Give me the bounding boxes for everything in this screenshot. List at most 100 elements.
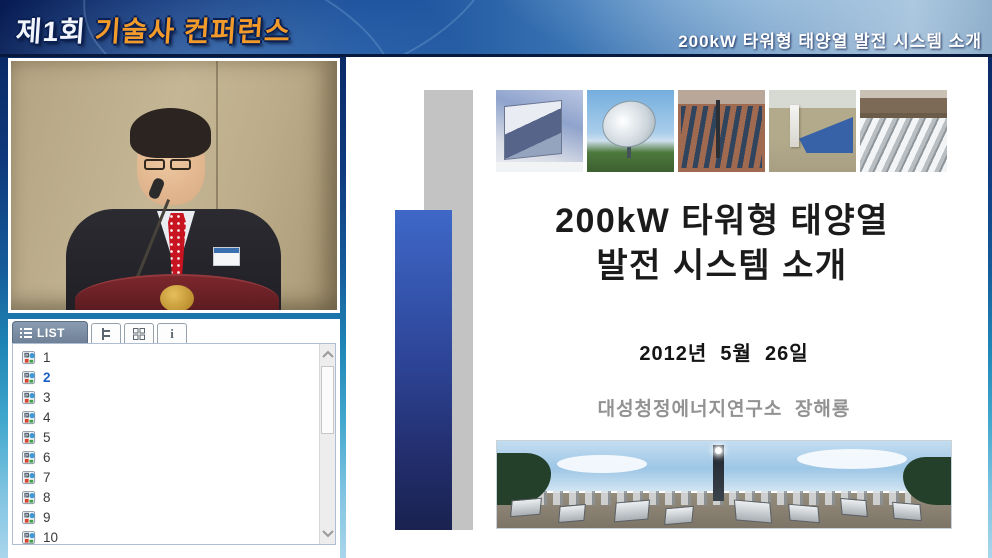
panel-field (799, 117, 853, 153)
svg-text:P: P (25, 532, 28, 537)
solar-furnace-building (504, 100, 562, 160)
parabolic-dish (597, 94, 662, 153)
heliostat-panel (558, 504, 586, 523)
heliostat-panel (614, 500, 650, 523)
svg-text:P: P (25, 432, 28, 437)
event-name-text: 기술사 컨퍼런스 (94, 16, 292, 47)
solar-tower-plant-photo (769, 90, 856, 172)
presentation-slide-icon: P (22, 510, 37, 525)
heliostat-panel (734, 499, 772, 523)
heliostat-panel (510, 498, 542, 518)
slide-photo-strip (496, 90, 947, 172)
mirror-rows (860, 118, 947, 172)
presenter-glasses (144, 159, 191, 170)
panorama-solar-tower (713, 445, 724, 501)
list-item-label: 7 (43, 470, 51, 485)
presentation-slide-icon: P (22, 430, 37, 445)
header-banner: 제1회 기술사 컨퍼런스 200kW 타워형 태양열 발전 시스템 소개 (0, 0, 992, 57)
svg-text:P: P (25, 372, 28, 377)
slide-title-line2: 발전 시스템 소개 (456, 244, 988, 289)
list-item[interactable]: P 6 (13, 447, 318, 467)
slide-viewer: 200kW 타워형 태양열 발전 시스템 소개 2012년 5월 26일 대성청… (346, 57, 988, 558)
presentation-slide-icon: P (22, 470, 37, 485)
cloud (797, 449, 907, 469)
list-item[interactable]: P 8 (13, 487, 318, 507)
slide-decoration-blue-bar (395, 210, 452, 530)
svg-text:P: P (25, 412, 28, 417)
page: 제1회 기술사 컨퍼런스 200kW 타워형 태양열 발전 시스템 소개 (0, 0, 992, 558)
svg-text:P: P (25, 352, 28, 357)
presenter-hair (130, 108, 211, 158)
list-scrollbar[interactable] (319, 344, 335, 544)
list-item-label: 3 (43, 390, 51, 405)
tab-list[interactable]: LIST (12, 321, 88, 343)
tab-outline[interactable] (91, 323, 121, 343)
heliostat-panel (788, 504, 820, 524)
glasses-lens (170, 159, 191, 170)
list-item-label: 9 (43, 510, 51, 525)
list-item[interactable]: P 2 (13, 367, 318, 387)
heliostat-panel (664, 506, 694, 525)
presentation-slide-icon: P (22, 370, 37, 385)
svg-text:P: P (25, 452, 28, 457)
list-item[interactable]: P 10 (13, 527, 318, 547)
list-item-label: 4 (43, 410, 51, 425)
presentation-slide-icon: P (22, 410, 37, 425)
presentation-slide-icon: P (22, 530, 37, 545)
slide-byline: 대성청정에너지연구소 장해룡 (496, 394, 952, 421)
chevron-down-icon[interactable] (322, 530, 334, 538)
heliostat-rows (681, 106, 762, 168)
lecture-title: 200kW 타워형 태양열 발전 시스템 소개 (678, 27, 982, 52)
snow-ground (496, 162, 583, 172)
list-item[interactable]: P 7 (13, 467, 318, 487)
parabolic-dish-photo (587, 90, 674, 172)
chevron-up-icon[interactable] (322, 350, 334, 358)
heliostat-panel (840, 498, 868, 517)
tower (716, 100, 720, 158)
list-item-label: 5 (43, 430, 51, 445)
svg-text:P: P (25, 492, 28, 497)
list-item[interactable]: P 3 (13, 387, 318, 407)
slide-title-line1: 200kW 타워형 태양열 (456, 199, 988, 244)
glasses-lens (144, 159, 165, 170)
heliostat-field-aerial-photo (678, 90, 765, 172)
list-item[interactable]: P 5 (13, 427, 318, 447)
list-item[interactable]: P 1 (13, 347, 318, 367)
presentation-slide-icon: P (22, 390, 37, 405)
list-item[interactable]: P 4 (13, 407, 318, 427)
name-badge (213, 247, 240, 266)
presentation-slide-icon: P (22, 350, 37, 365)
list-item-label: 2 (43, 370, 51, 385)
list-item[interactable]: P 9 (13, 507, 318, 527)
list-item-label: 6 (43, 450, 51, 465)
presentation-slide-icon: P (22, 490, 37, 505)
event-title: 제1회 기술사 컨퍼런스 (15, 10, 293, 50)
video-player[interactable] (8, 58, 340, 313)
video-surface[interactable] (11, 61, 337, 310)
cloud (557, 455, 647, 473)
slide-list: P 1 P 2 P 3 P 4 P 5 (13, 347, 318, 547)
tab-list-label: LIST (37, 326, 65, 340)
mirror-array-field-photo (860, 90, 947, 172)
list-item-label: 1 (43, 350, 51, 365)
podium-emblem (160, 285, 194, 310)
slide-title: 200kW 타워형 태양열 발전 시스템 소개 (456, 199, 988, 289)
heliostat-field-panorama-photo (496, 440, 952, 529)
slide-list-box: P 1 P 2 P 3 P 4 P 5 (12, 343, 336, 545)
thumbnail-grid-icon (133, 328, 145, 340)
event-number-text: 제1회 (15, 16, 96, 47)
list-item-label: 8 (43, 490, 51, 505)
svg-text:P: P (25, 472, 28, 477)
slide-date: 2012년 5월 26일 (496, 337, 952, 366)
solar-furnace-photo (496, 90, 583, 172)
svg-text:P: P (25, 512, 28, 517)
tab-info[interactable]: i (157, 323, 187, 343)
tab-thumbnails[interactable] (124, 323, 154, 343)
heliostat-panel (892, 502, 922, 521)
presentation-slide-icon: P (22, 450, 37, 465)
scrollbar-thumb[interactable] (321, 366, 334, 434)
outline-tree-icon (101, 328, 112, 340)
slide-list-panel: LIST i (8, 319, 340, 558)
info-icon: i (170, 326, 174, 342)
list-tab-bar: LIST i (12, 321, 187, 343)
